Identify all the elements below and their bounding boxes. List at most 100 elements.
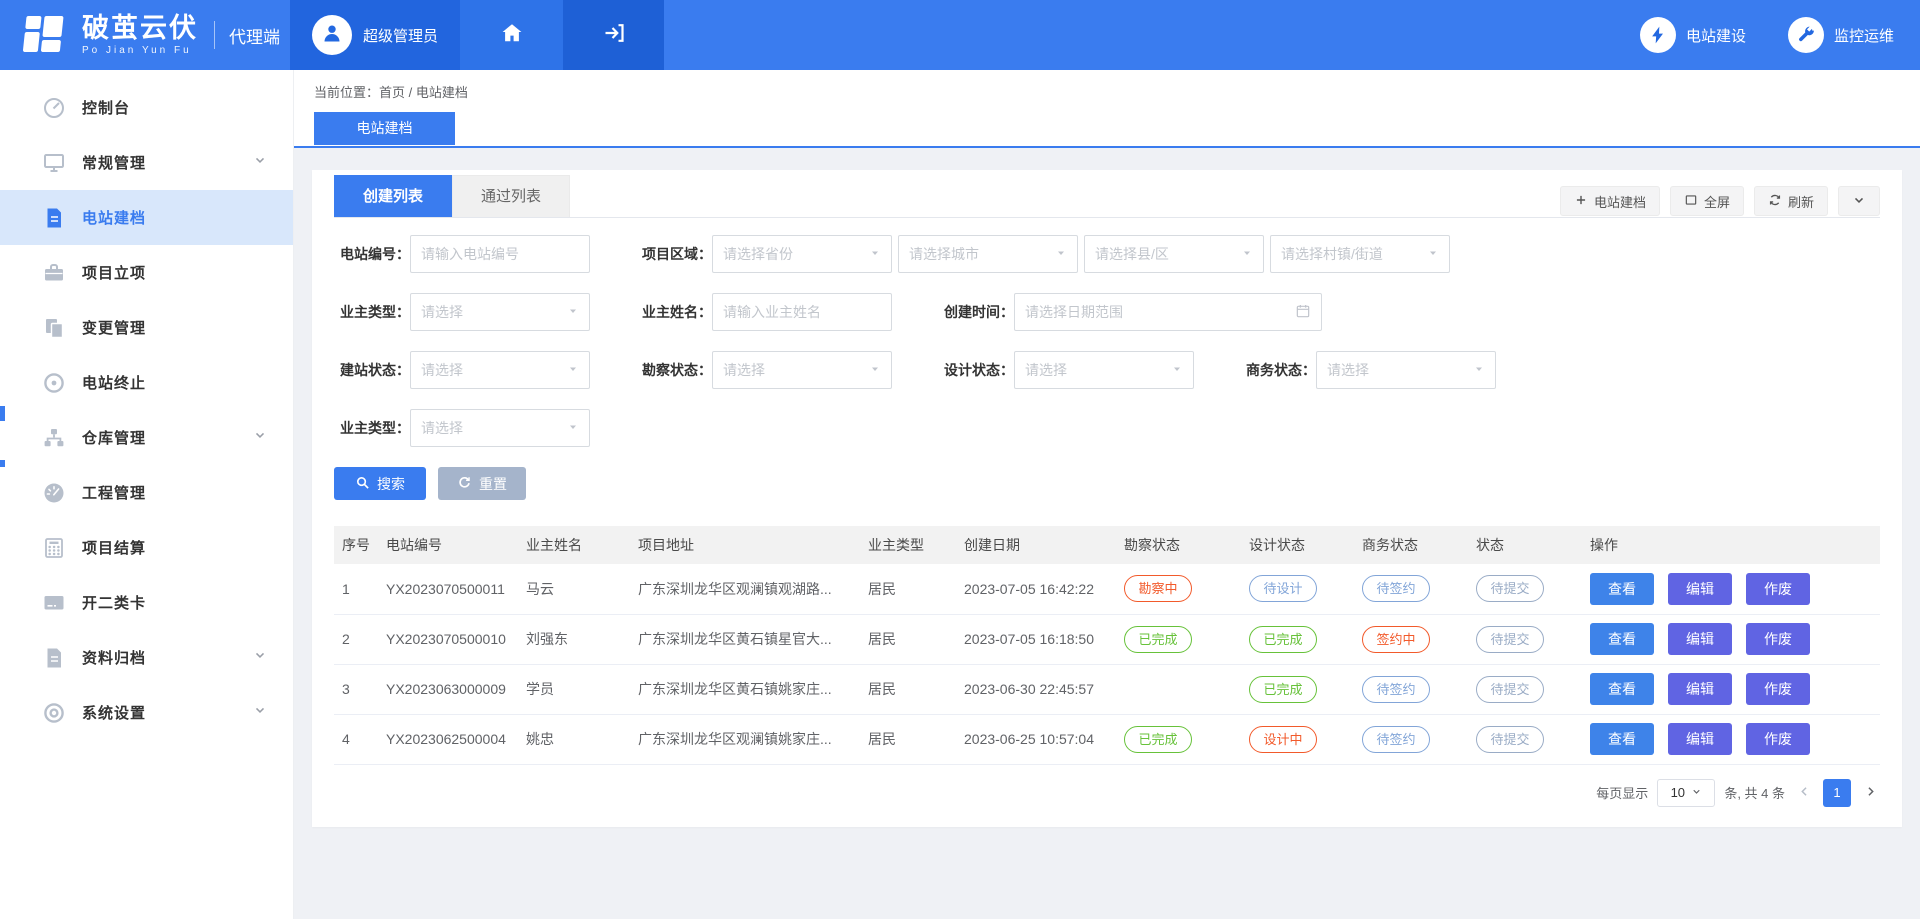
owner-name: 姚忠 xyxy=(518,714,630,764)
void-button[interactable]: 作废 xyxy=(1746,623,1810,655)
sidebar-item-settings[interactable]: 系统设置 xyxy=(0,685,293,740)
caret-down-icon xyxy=(1427,246,1439,262)
status-badge: 待提交 xyxy=(1476,676,1544,703)
breadcrumb-bar: 当前位置：首页 / 电站建档 电站建档 xyxy=(294,70,1920,148)
module-wrench[interactable]: 监控运维 xyxy=(1788,17,1894,53)
toolbar-collapse-button[interactable] xyxy=(1838,186,1880,216)
filter-select[interactable]: 请选择省份 xyxy=(712,235,892,273)
void-button[interactable]: 作废 xyxy=(1746,673,1810,705)
sidebar-item-calculator[interactable]: 项目结算 xyxy=(0,520,293,575)
monitor-icon xyxy=(42,151,66,175)
status-badge: 待设计 xyxy=(1249,575,1317,602)
user-icon xyxy=(320,21,344,50)
sidebar-item-circle-dot[interactable]: 电站终止 xyxy=(0,355,293,410)
module-lightning[interactable]: 电站建设 xyxy=(1640,17,1746,53)
tab-passed-list[interactable]: 通过列表 xyxy=(452,175,570,217)
page-number-button[interactable]: 1 xyxy=(1823,779,1851,807)
toolbar-fullscreen-button[interactable]: 全屏 xyxy=(1670,186,1744,216)
wrench-icon xyxy=(1788,17,1824,53)
brand-divider xyxy=(214,21,215,49)
station-code: YX2023062500004 xyxy=(378,714,518,764)
filter-select[interactable]: 请选择 xyxy=(1316,351,1496,389)
tab-create-list[interactable]: 创建列表 xyxy=(334,175,452,217)
search-button[interactable]: 搜索 xyxy=(334,467,426,500)
refresh-icon xyxy=(1768,193,1782,210)
filter-select[interactable]: 请选择 xyxy=(1014,351,1194,389)
logout-icon xyxy=(602,21,626,50)
edit-button[interactable]: 编辑 xyxy=(1668,573,1732,605)
edit-button[interactable]: 编辑 xyxy=(1668,723,1732,755)
breadcrumb-current: 电站建档 xyxy=(416,85,468,100)
reset-button[interactable]: 重置 xyxy=(438,467,526,500)
sidebar-item-copy[interactable]: 变更管理 xyxy=(0,300,293,355)
breadcrumb-label: 当前位置： xyxy=(314,85,379,100)
created-date: 2023-06-25 10:57:04 xyxy=(956,714,1116,764)
caret-down-icon xyxy=(567,304,579,320)
view-button[interactable]: 查看 xyxy=(1590,723,1654,755)
main-content: 当前位置：首页 / 电站建档 电站建档 创建列表通过列表 电站建档全屏刷新 电站… xyxy=(294,0,1920,827)
column-header: 业主姓名 xyxy=(518,526,630,564)
pagination: 每页显示 10 条, 共 4 条 1 xyxy=(334,779,1880,807)
void-button[interactable]: 作废 xyxy=(1746,723,1810,755)
per-page-select[interactable]: 10 xyxy=(1657,779,1715,807)
view-button[interactable]: 查看 xyxy=(1590,673,1654,705)
sidebar-item-briefcase[interactable]: 项目立项 xyxy=(0,245,293,300)
sidebar-item-document[interactable]: 电站建档 xyxy=(0,190,293,245)
next-page-button[interactable] xyxy=(1860,779,1880,807)
app-header: 破茧云伏 Po Jian Yun Fu 代理端 超级管理员 电站建设 监控运维 xyxy=(0,0,1920,70)
view-button[interactable]: 查看 xyxy=(1590,573,1654,605)
void-button[interactable]: 作废 xyxy=(1746,573,1810,605)
brand: 破茧云伏 Po Jian Yun Fu 代理端 xyxy=(0,0,290,70)
filter-select[interactable]: 请选择 xyxy=(712,351,892,389)
sidebar-item-monitor[interactable]: 常规管理 xyxy=(0,135,293,190)
project-address: 广东深圳龙华区观澜镇姚家庄... xyxy=(630,714,860,764)
filter-input[interactable] xyxy=(410,235,590,273)
home-button[interactable] xyxy=(460,0,563,70)
column-header: 状态 xyxy=(1468,526,1582,564)
filter-select[interactable]: 请选择城市 xyxy=(898,235,1078,273)
table-row: 1YX2023070500011马云广东深圳龙华区观澜镇观湖路...居民2023… xyxy=(334,564,1880,614)
edit-button[interactable]: 编辑 xyxy=(1668,623,1732,655)
toolbar-plus-button[interactable]: 电站建档 xyxy=(1560,186,1660,216)
filter-field: 业主类型：请选择 xyxy=(334,409,590,447)
table-row: 4YX2023062500004姚忠广东深圳龙华区观澜镇姚家庄...居民2023… xyxy=(334,714,1880,764)
filter-select[interactable]: 请选择 xyxy=(410,351,590,389)
filter-label: 电站编号： xyxy=(334,244,410,264)
sidebar-edge-marker xyxy=(0,460,5,467)
column-header: 序号 xyxy=(334,526,378,564)
filter-buttons: 搜索 重置 xyxy=(334,467,1880,500)
sidebar-item-sitemap[interactable]: 仓库管理 xyxy=(0,410,293,465)
sidebar-item-archive[interactable]: 资料归档 xyxy=(0,630,293,685)
filter-row: 建站状态：请选择勘察状态：请选择设计状态：请选择商务状态：请选择 xyxy=(334,351,1880,389)
row-actions: 查看编辑作废 xyxy=(1582,614,1880,664)
filter-field: 电站编号： xyxy=(334,235,590,273)
breadcrumb-home-link[interactable]: 首页 xyxy=(379,85,405,100)
sidebar-item-gauge[interactable]: 工程管理 xyxy=(0,465,293,520)
created-date: 2023-07-05 16:18:50 xyxy=(956,614,1116,664)
edit-button[interactable]: 编辑 xyxy=(1668,673,1732,705)
chevron-right-icon xyxy=(1863,784,1878,802)
filter-select[interactable]: 请选择 xyxy=(410,293,590,331)
caret-down-icon xyxy=(567,420,579,436)
filter-field: 设计状态：请选择 xyxy=(938,351,1194,389)
filter-input[interactable] xyxy=(712,293,892,331)
prev-page-button[interactable] xyxy=(1794,779,1814,807)
search-icon xyxy=(355,475,370,493)
status-badge: 已完成 xyxy=(1124,726,1192,753)
page-tab[interactable]: 电站建档 xyxy=(314,112,455,145)
logout-button[interactable] xyxy=(563,0,664,70)
chevron-down-icon xyxy=(253,428,267,447)
view-button[interactable]: 查看 xyxy=(1590,623,1654,655)
sidebar-item-card[interactable]: 开二类卡 xyxy=(0,575,293,630)
filter-select[interactable]: 请选择 xyxy=(410,409,590,447)
owner-name: 刘强东 xyxy=(518,614,630,664)
toolbar-refresh-button[interactable]: 刷新 xyxy=(1754,186,1828,216)
filter-select[interactable]: 请选择县/区 xyxy=(1084,235,1264,273)
filter-select[interactable]: 请选择村镇/街道 xyxy=(1270,235,1450,273)
filter-label: 业主类型： xyxy=(334,418,410,438)
user-menu[interactable]: 超级管理员 xyxy=(290,0,460,70)
filter-date-range[interactable]: 请选择日期范围 xyxy=(1014,293,1322,331)
sidebar-item-dashboard[interactable]: 控制台 xyxy=(0,80,293,135)
column-header: 操作 xyxy=(1582,526,1880,564)
filter-field: 业主姓名： xyxy=(636,293,892,331)
